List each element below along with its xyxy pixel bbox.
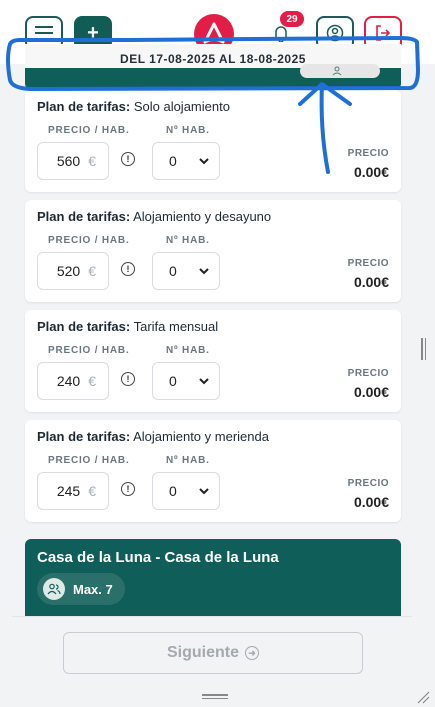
guests-icon [332,66,342,76]
qty-column-label: Nº HAB. [166,235,210,246]
info-icon[interactable]: ! [121,372,135,386]
date-range-banner: DEL 17-08-2025 AL 18-08-2025 [25,44,401,88]
rate-plan-name: Plan de tarifas: Tarifa mensual [37,319,219,334]
capacity-badge: Max. 7 [37,573,125,605]
total-value: 0.00€ [353,164,389,180]
rate-card: Plan de tarifas: Tarifa mensual PRECIO /… [25,310,401,412]
capacity-text: Max. 7 [73,581,113,597]
price-input[interactable]: 240 € [37,362,109,400]
footer: Siguiente ➜ [12,616,412,690]
info-icon[interactable]: ! [121,482,135,496]
next-label: Siguiente [166,644,239,661]
price-input[interactable]: 560 € [37,142,109,180]
total-label: PRECIO [347,368,389,379]
price-input[interactable]: 520 € [37,252,109,290]
total-label: PRECIO [347,148,389,159]
price-column-label: PRECIO / HAB. [48,345,130,356]
price-column-label: PRECIO / HAB. [48,125,130,136]
guests-icon [43,578,65,600]
hamburger-icon [35,26,53,40]
notification-badge: 29 [280,11,304,27]
user-icon [326,24,344,42]
qty-column-label: Nº HAB. [166,345,210,356]
property-title: Casa de la Luna - Casa de la Luna [37,549,279,566]
qty-column-label: Nº HAB. [166,455,210,466]
arrow-right-icon: ➜ [245,646,259,660]
total-value: 0.00€ [353,384,389,400]
rooms-select[interactable]: 0 [152,142,220,180]
total-label: PRECIO [347,478,389,489]
rate-plan-name: Plan de tarifas: Solo alojamiento [37,99,230,114]
chevron-down-icon [199,487,209,494]
rate-plan-name: Plan de tarifas: Alojamiento y desayuno [37,209,272,224]
property-card: Casa de la Luna - Casa de la Luna Max. 7 [25,539,401,619]
rate-plan-name: Plan de tarifas: Alojamiento y merienda [37,429,269,444]
rooms-select[interactable]: 0 [152,362,220,400]
scrollbar-handle[interactable] [421,338,427,360]
info-icon[interactable]: ! [121,262,135,276]
total-label: PRECIO [347,258,389,269]
next-button[interactable]: Siguiente ➜ [63,632,363,674]
price-input[interactable]: 245 € [37,472,109,510]
info-icon[interactable]: ! [121,152,135,166]
resize-grip-icon[interactable] [416,690,430,704]
chevron-down-icon [199,157,209,164]
rate-card: Plan de tarifas: Solo alojamiento PRECIO… [25,90,401,192]
rate-card: Plan de tarifas: Alojamiento y merienda … [25,420,401,522]
rate-card: Plan de tarifas: Alojamiento y desayuno … [25,200,401,302]
total-value: 0.00€ [353,494,389,510]
logout-icon [376,25,391,41]
rooms-select[interactable]: 0 [152,252,220,290]
rooms-select[interactable]: 0 [152,472,220,510]
chevron-down-icon [199,267,209,274]
chevron-down-icon [199,377,209,384]
price-column-label: PRECIO / HAB. [48,235,130,246]
price-column-label: PRECIO / HAB. [48,455,130,466]
total-value: 0.00€ [353,274,389,290]
qty-column-label: Nº HAB. [166,125,210,136]
plus-icon: + [87,21,99,44]
drag-handle[interactable] [202,694,228,700]
